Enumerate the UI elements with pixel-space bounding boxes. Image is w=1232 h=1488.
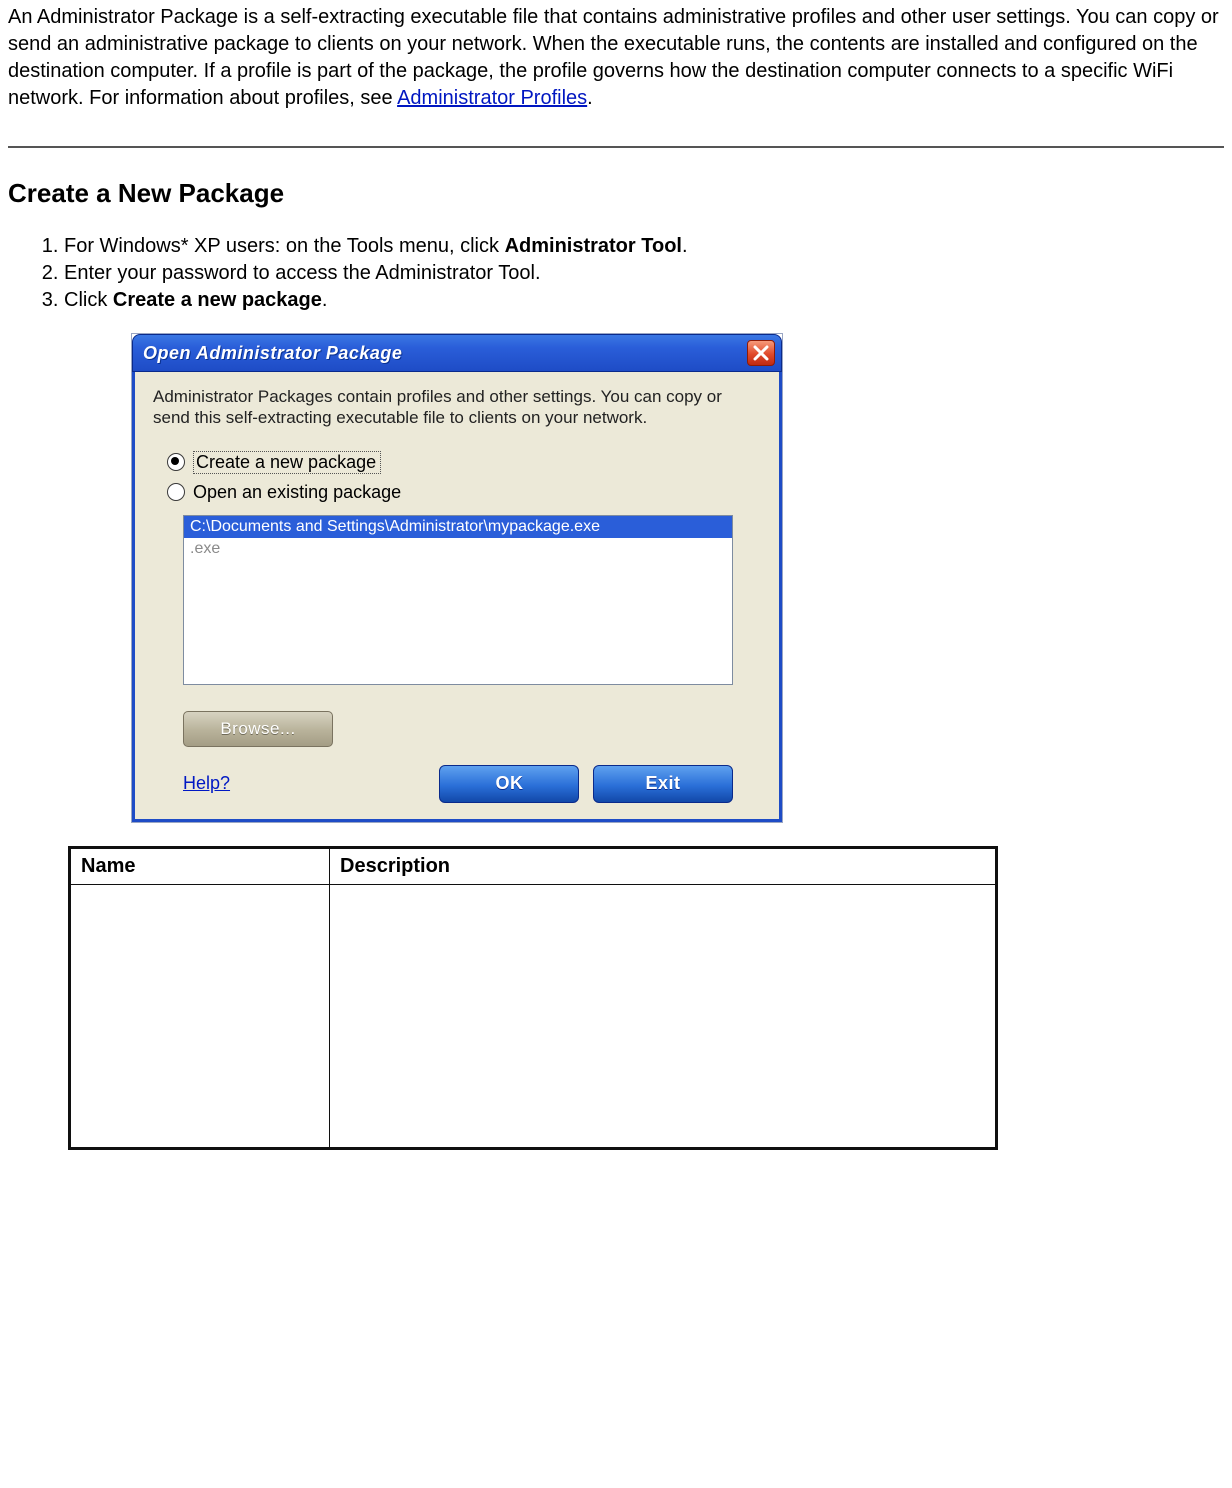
step-1-suffix: . <box>682 235 688 257</box>
name-description-table: Name Description <box>68 846 998 1150</box>
col-header-name: Name <box>70 847 330 884</box>
list-item[interactable]: C:\Documents and Settings\Administrator\… <box>184 516 732 538</box>
step-3: Click Create a new package. <box>64 287 1224 314</box>
radio-open-label: Open an existing package <box>193 482 401 503</box>
package-listbox[interactable]: C:\Documents and Settings\Administrator\… <box>183 515 733 685</box>
step-1-bold: Administrator Tool <box>505 235 682 257</box>
dialog-title: Open Administrator Package <box>143 343 402 364</box>
step-1: For Windows* XP users: on the Tools menu… <box>64 233 1224 260</box>
close-icon[interactable] <box>747 340 775 366</box>
intro-text-after: . <box>587 87 593 109</box>
list-item[interactable]: .exe <box>184 538 732 560</box>
step-2: Enter your password to access the Admini… <box>64 260 1224 287</box>
ok-button[interactable]: OK <box>439 765 579 803</box>
administrator-profiles-link[interactable]: Administrator Profiles <box>397 87 587 109</box>
radio-create-new-package[interactable]: Create a new package <box>167 451 761 474</box>
radio-create-label: Create a new package <box>193 451 381 474</box>
table-header-row: Name Description <box>70 847 997 884</box>
exit-button[interactable]: Exit <box>593 765 733 803</box>
step-1-text: For Windows* XP users: on the Tools menu… <box>64 235 505 257</box>
cell-name <box>70 884 330 1148</box>
open-administrator-package-dialog: Open Administrator Package Administrator… <box>132 334 782 822</box>
dialog-titlebar[interactable]: Open Administrator Package <box>132 334 782 372</box>
step-3-text: Click <box>64 289 113 311</box>
step-3-bold: Create a new package <box>113 289 322 311</box>
radio-open-existing-package[interactable]: Open an existing package <box>167 482 761 503</box>
col-header-description: Description <box>330 847 997 884</box>
help-link[interactable]: Help? <box>183 773 230 794</box>
steps-list: For Windows* XP users: on the Tools menu… <box>8 233 1224 314</box>
radio-icon <box>167 483 185 501</box>
cell-description <box>330 884 997 1148</box>
dialog-body: Administrator Packages contain profiles … <box>132 372 782 822</box>
radio-icon <box>167 453 185 471</box>
dialog-description: Administrator Packages contain profiles … <box>153 386 761 429</box>
intro-text-before: An Administrator Package is a self-extra… <box>8 6 1219 109</box>
section-heading: Create a New Package <box>8 178 1224 209</box>
intro-paragraph: An Administrator Package is a self-extra… <box>8 4 1224 112</box>
table-row <box>70 884 997 1148</box>
section-divider <box>8 146 1224 148</box>
browse-button[interactable]: Browse... <box>183 711 333 747</box>
step-3-suffix: . <box>322 289 328 311</box>
